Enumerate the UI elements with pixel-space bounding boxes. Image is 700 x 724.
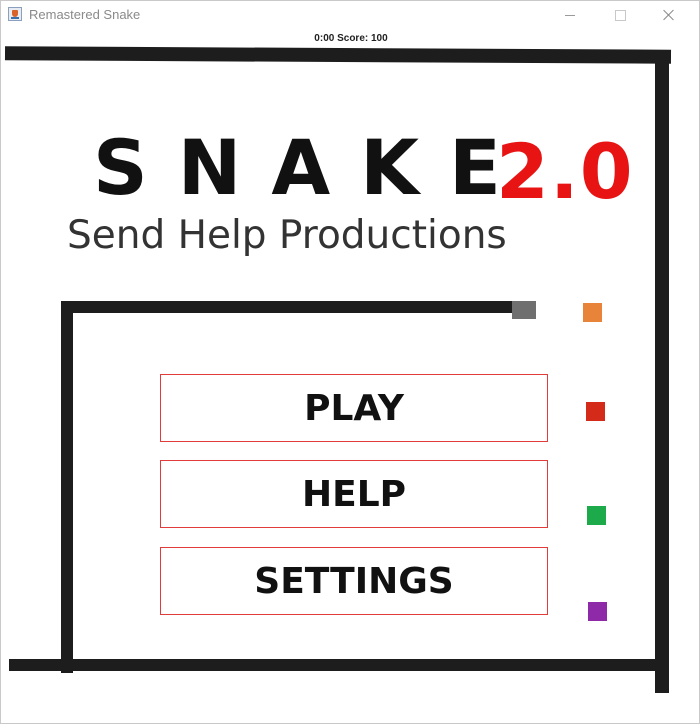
timer-score-readout: 0:00 Score: 100 <box>314 33 388 44</box>
wall-top <box>4 46 672 64</box>
food-green <box>587 506 606 525</box>
logo-title: SNAKE <box>93 123 531 212</box>
snake-body-top <box>61 301 523 313</box>
snake-head <box>512 301 536 319</box>
window-title: Remastered Snake <box>29 7 141 22</box>
food-orange <box>583 303 602 322</box>
settings-button[interactable]: SETTINGS <box>160 547 548 615</box>
logo-subtitle: Send Help Productions <box>67 213 507 258</box>
title-bar[interactable]: Remastered Snake <box>1 1 699 29</box>
food-red <box>586 402 605 421</box>
maximize-button[interactable] <box>597 1 643 29</box>
snake-body-left <box>61 303 73 673</box>
app-window: Remastered Snake 0:00 Score: 100 SNAKE 2… <box>0 0 700 724</box>
close-button[interactable] <box>646 1 692 29</box>
wall-bottom <box>9 659 669 671</box>
minimize-icon <box>565 14 575 16</box>
food-purple <box>588 602 607 621</box>
play-button[interactable]: PLAY <box>160 374 548 442</box>
minimize-button[interactable] <box>547 1 593 29</box>
maximize-icon <box>614 9 626 21</box>
java-app-icon <box>8 7 22 21</box>
close-icon <box>663 9 675 21</box>
wall-right <box>655 59 669 693</box>
help-button[interactable]: HELP <box>160 460 548 528</box>
game-board: SNAKE 2.0 Send Help Productions PLAY HEL… <box>4 45 697 721</box>
logo-version: 2.0 <box>496 127 634 216</box>
